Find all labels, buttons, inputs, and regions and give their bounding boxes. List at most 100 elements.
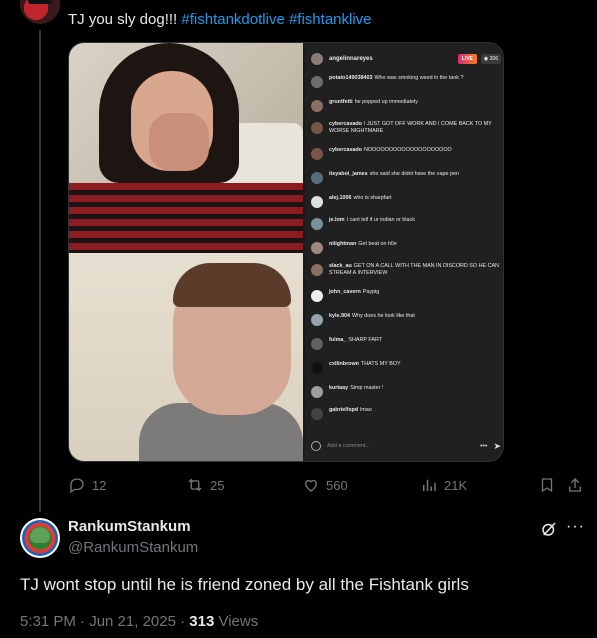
comment-body: lmao (360, 407, 372, 413)
comment-username: john_cavern (329, 289, 361, 295)
commenter-avatar (311, 218, 323, 230)
hashtag-link[interactable]: #fishtanklive (289, 11, 372, 28)
comment-body: Get beat on h0e (358, 241, 397, 247)
commenter-avatar (311, 122, 323, 134)
chat-comment: potato149038403 Who was smoking weed in t… (311, 75, 501, 88)
like-button[interactable]: 560 (302, 476, 348, 494)
host-username: angelinnareyes (329, 56, 373, 62)
comment-body: Simp master ! (350, 385, 384, 391)
repost-button[interactable]: 25 (186, 476, 224, 494)
chat-comment: je.lom I cant tell if ur indian or black (311, 217, 501, 230)
commenter-avatar (311, 264, 323, 276)
chat-comment: kurtaay Simp master ! (311, 385, 501, 398)
comment-username: fulma_ (329, 337, 347, 343)
comment-username: kurtaay (329, 385, 349, 391)
chat-comment: cybercasado I JUST GOT OFF WORK AND I COM… (311, 121, 501, 135)
chat-header: angelinnareyes LIVE ◉ 206 (311, 51, 501, 67)
reply-timestamp[interactable]: 5:31 PM · Jun 21, 2025 · (20, 613, 189, 630)
comment-body: he popped up immediately (354, 99, 418, 105)
comment-body: GET ON A CALL WITH THE MAN IN DISCORD SO… (329, 263, 499, 276)
comment-text: gabrielfspd lmao (329, 407, 372, 414)
tweet-text-prefix: TJ you sly dog!!! (68, 11, 178, 28)
bookmark-button[interactable] (538, 476, 562, 494)
reply-handle[interactable]: @RankumStankum (68, 539, 198, 556)
commenter-avatar (311, 76, 323, 88)
commenter-avatar (311, 172, 323, 184)
chat-comment: slack_au GET ON A CALL WITH THE MAN IN DI… (311, 263, 501, 277)
reply-views-count: 313 (189, 613, 215, 630)
reply-count: 12 (92, 477, 107, 493)
reply-icon (70, 478, 84, 494)
comment-username: gabrielfspd (329, 407, 359, 413)
share-icon (569, 478, 581, 492)
viewer-count-badge: ◉ 206 (480, 54, 501, 64)
repost-icon (188, 478, 202, 492)
more-icon: ••• (480, 442, 488, 450)
tweet-text: TJ you sly dog!!! #fishtankdotlive #fish… (68, 10, 372, 30)
comment-username: je.lom (329, 217, 345, 223)
chat-comment: niiightman Get beat on h0e (311, 241, 501, 254)
like-count: 560 (326, 477, 348, 493)
heart-icon (305, 479, 317, 492)
comment-text: john_cavern Paypig (329, 289, 379, 296)
comment-text: gruntfetti he popped up immediately (329, 99, 418, 106)
commenter-avatar (311, 386, 323, 398)
more-options-icon[interactable]: ··· (566, 518, 585, 536)
reply-author-avatar[interactable] (20, 518, 60, 558)
tweet-media-image[interactable]: angelinnareyes LIVE ◉ 206 potato14903840… (68, 42, 504, 462)
chat-input-placeholder: Add a comment... (327, 443, 371, 449)
comment-body: Who was smoking weed in the tank ? (374, 75, 464, 81)
chat-comment: fulma_ SHARP FART (311, 337, 501, 350)
thread-connector-line (39, 30, 41, 512)
comment-text: kyle.904 Why does he look like that (329, 313, 415, 320)
live-badge: LIVE (457, 54, 477, 64)
reply-display-name[interactable]: RankumStankum (68, 518, 191, 535)
comment-username: cybercasado (329, 147, 362, 153)
live-chat-panel: angelinnareyes LIVE ◉ 206 potato14903840… (305, 43, 503, 461)
comment-username: potato149038403 (329, 75, 373, 81)
views-button[interactable]: 21K (420, 476, 467, 494)
chat-input-bar: Add a comment... ••• ➤ (311, 439, 501, 453)
comment-username: kyle.904 (329, 313, 350, 319)
comment-text: itsyaboi_james she said she didnt have th… (329, 171, 459, 178)
chat-comment: itsyaboi_james she said she didnt have th… (311, 171, 501, 184)
commenter-avatar (311, 408, 323, 420)
repost-count: 25 (210, 477, 225, 493)
comment-text: kurtaay Simp master ! (329, 385, 383, 392)
grok-icon[interactable] (540, 520, 558, 538)
analytics-icon (423, 479, 436, 491)
tweet-action-bar: 12 25 560 21K (68, 476, 586, 496)
chat-comment: john_cavern Paypig (311, 289, 501, 302)
comment-body: Why does he look like that (351, 313, 415, 319)
commenter-avatar (311, 338, 323, 350)
comment-body: I cant tell if ur indian or black (346, 217, 415, 223)
commenter-avatar (311, 314, 323, 326)
author-avatar[interactable] (20, 0, 60, 24)
share-button[interactable] (566, 476, 590, 494)
comment-text: cxllinbrown THATS MY BOY (329, 361, 401, 368)
webcam-feed-top (69, 43, 303, 253)
commenter-avatar (311, 100, 323, 112)
comment-username: slack_au (329, 263, 352, 269)
host-avatar (311, 53, 323, 65)
chat-comment: gabrielfspd lmao (311, 407, 501, 420)
bookmark-icon (541, 478, 553, 493)
commenter-avatar (311, 362, 323, 374)
reply-button[interactable]: 12 (68, 476, 106, 494)
comment-body: NOOOOOOOOOOOOOOOOOOOO (363, 147, 452, 153)
views-count: 21K (444, 477, 468, 493)
send-icon: ➤ (493, 440, 501, 451)
comment-body: SHARP FART (348, 337, 383, 343)
comment-body: who is sharpfart (353, 195, 392, 201)
hashtag-link[interactable]: #fishtankdotlive (181, 11, 284, 28)
reply-views-label: Views (214, 613, 259, 630)
comment-username: itsyaboi_james (329, 171, 368, 177)
chat-comment: alej.1006 who is sharpfart (311, 195, 501, 208)
comment-body: THATS MY BOY (360, 361, 401, 367)
comment-text: cybercasado NOOOOOOOOOOOOOOOOOOOO (329, 147, 452, 154)
reply-text: TJ wont stop until he is friend zoned by… (20, 575, 469, 594)
commenter-avatar (311, 242, 323, 254)
comment-text: je.lom I cant tell if ur indian or black (329, 217, 415, 224)
chat-comment: cxllinbrown THATS MY BOY (311, 361, 501, 374)
emoji-icon (311, 441, 321, 451)
